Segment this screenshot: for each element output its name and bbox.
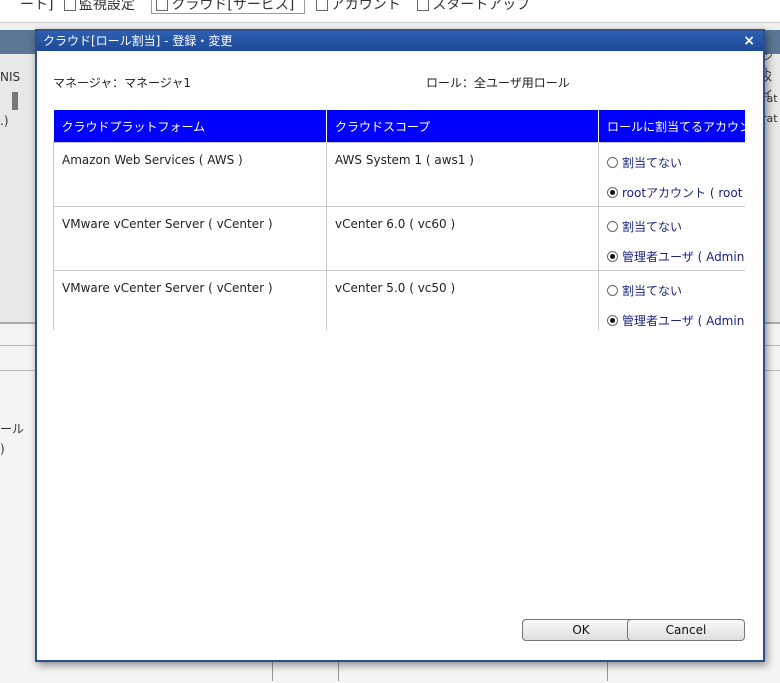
radio-selected-icon[interactable] — [607, 186, 618, 198]
radio-option-account[interactable]: 管理者ユーザ ( Admin ) — [607, 245, 745, 267]
close-icon[interactable]: × — [743, 31, 755, 51]
background-tab[interactable]: アカウント — [315, 0, 407, 13]
scope-cell: vCenter 5.0 ( vc50 ) — [326, 270, 599, 330]
background-label: NIS — [0, 70, 21, 84]
background-tab[interactable]: スタートアップ — [417, 0, 536, 13]
account-cell: 割当てない rootアカウント ( root ) — [598, 142, 745, 207]
radio-label: 管理者ユーザ ( Admin ) — [622, 249, 745, 264]
radio-option-none[interactable]: 割当てない — [607, 279, 745, 301]
table-header-row: クラウドプラットフォーム クラウドスコープ ロールに割当てるアカウント — [53, 110, 745, 143]
background-label: .) — [0, 114, 9, 128]
radio-label: 管理者ユーザ ( Admin ) — [622, 313, 745, 328]
radio-selected-icon[interactable] — [607, 250, 618, 262]
radio-unselected-icon[interactable] — [607, 156, 618, 168]
background-label: ール — [0, 422, 25, 436]
radio-label: 割当てない — [622, 219, 683, 234]
account-cell: 割当てない 管理者ユーザ ( Admin ) — [598, 270, 745, 330]
radio-selected-icon[interactable] — [607, 314, 618, 326]
scope-cell: vCenter 6.0 ( vc60 ) — [326, 206, 599, 271]
platform-cell: VMware vCenter Server ( vCenter ) — [53, 270, 327, 330]
assignment-table: クラウドプラットフォーム クラウドスコープ ロールに割当てるアカウント Amaz… — [53, 110, 745, 330]
radio-label: rootアカウント ( root ) — [622, 185, 745, 200]
manager-label: マネージャ：マネージャ1 — [53, 76, 191, 90]
window-icon — [315, 0, 328, 11]
dialog-title: クラウド[ロール割当] - 登録・変更 — [43, 34, 233, 48]
cancel-button[interactable]: Cancel — [627, 619, 745, 641]
platform-cell: VMware vCenter Server ( vCenter ) — [53, 206, 327, 271]
table-row: VMware vCenter Server ( vCenter ) vCente… — [53, 270, 745, 330]
background-tab[interactable]: 監視設定 — [63, 0, 141, 13]
radio-label: 割当てない — [622, 155, 683, 170]
window-icon — [417, 0, 430, 11]
platform-cell: Amazon Web Services ( AWS ) — [53, 142, 327, 207]
background-menubar: ート] 監視設定 クラウド[サービス] アカウント スタートアップ — [0, 0, 780, 23]
scope-cell: AWS System 1 ( aws1 ) — [326, 142, 599, 207]
assignment-table-container[interactable]: クラウドプラットフォーム クラウドスコープ ロールに割当てるアカウント Amaz… — [53, 110, 745, 330]
window-icon — [63, 0, 76, 11]
table-row: Amazon Web Services ( AWS ) AWS System 1… — [53, 142, 745, 207]
column-header-scope[interactable]: クラウドスコープ — [326, 110, 599, 143]
radio-label: 割当てない — [622, 283, 683, 298]
background-scroll-marker — [12, 92, 18, 110]
role-label: ロール：全ユーザ用ロール — [426, 76, 570, 90]
background-tab[interactable]: クラウド[サービス] — [151, 0, 306, 14]
radio-option-account[interactable]: 管理者ユーザ ( Admin ) — [607, 309, 745, 330]
window-icon — [156, 0, 169, 11]
radio-unselected-icon[interactable] — [607, 284, 618, 296]
background-label: ) — [0, 442, 5, 456]
background-tabs: ート] 監視設定 クラウド[サービス] アカウント スタートアップ — [20, 0, 542, 14]
radio-option-none[interactable]: 割当てない — [607, 215, 745, 237]
account-cell: 割当てない 管理者ユーザ ( Admin ) — [598, 206, 745, 271]
table-row: VMware vCenter Server ( vCenter ) vCente… — [53, 206, 745, 271]
radio-option-account[interactable]: rootアカウント ( root ) — [607, 181, 745, 203]
background-tab[interactable]: ート] — [20, 0, 53, 13]
column-header-platform[interactable]: クラウドプラットフォーム — [53, 110, 327, 143]
role-assignment-dialog: クラウド[ロール割当] - 登録・変更 × マネージャ：マネージャ1 ロール：全… — [35, 29, 765, 662]
radio-option-none[interactable]: 割当てない — [607, 151, 745, 173]
radio-unselected-icon[interactable] — [607, 220, 618, 232]
ok-button[interactable]: OK — [522, 619, 640, 641]
dialog-title-bar[interactable]: クラウド[ロール割当] - 登録・変更 × — [37, 31, 763, 51]
column-header-account[interactable]: ロールに割当てるアカウント — [598, 110, 745, 143]
dialog-info: マネージャ：マネージャ1 ロール：全ユーザ用ロール — [37, 51, 763, 109]
